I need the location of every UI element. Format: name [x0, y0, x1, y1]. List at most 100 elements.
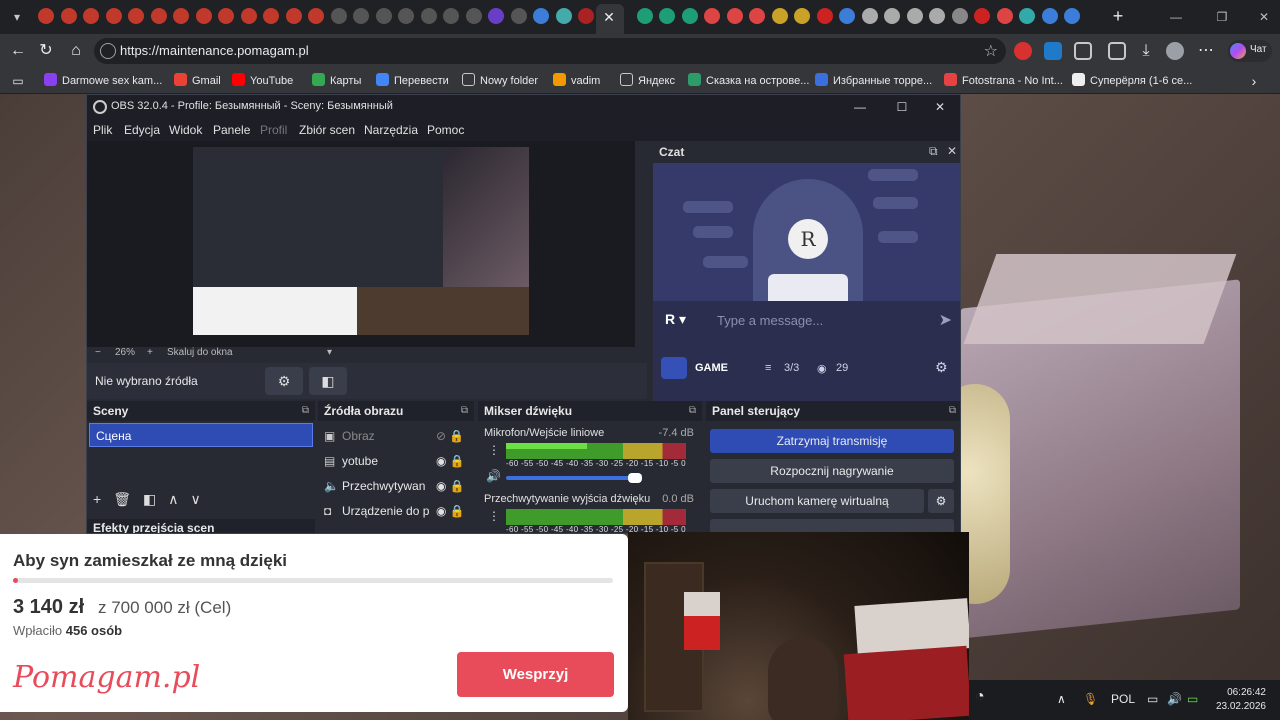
bookmark-item[interactable]: Избранные торре...: [815, 73, 932, 89]
close-tab-icon[interactable]: ✕: [600, 8, 618, 26]
profile-avatar[interactable]: [1166, 42, 1184, 60]
tab-favicon[interactable]: [150, 8, 167, 24]
tab-favicon[interactable]: [240, 8, 257, 24]
menu-panele[interactable]: Panele: [213, 123, 250, 137]
tab-search-chevron-icon[interactable]: ▾: [8, 8, 26, 26]
menu-dots-icon[interactable]: ⋯: [1196, 41, 1216, 61]
obs-minimize-button[interactable]: —: [851, 98, 869, 116]
tab-favicon[interactable]: [974, 8, 990, 24]
bookmark-item[interactable]: Суперёрля (1-6 се...: [1072, 73, 1192, 89]
tab-favicon[interactable]: [353, 8, 369, 24]
tab-favicon[interactable]: [578, 8, 594, 24]
tab-favicon[interactable]: [659, 8, 675, 24]
weather-icon[interactable]: ◔: [975, 688, 985, 706]
tab-favicon[interactable]: [681, 8, 698, 24]
tab-favicon[interactable]: [704, 8, 720, 24]
dock-popout-icon[interactable]: ⧉: [302, 405, 309, 416]
favorites-icon[interactable]: [1108, 42, 1126, 60]
network-icon[interactable]: ▭: [1147, 692, 1158, 706]
bookmark-item[interactable]: Gmail: [174, 73, 221, 89]
send-icon[interactable]: ➤: [939, 310, 952, 330]
site-info-icon[interactable]: [100, 43, 116, 59]
tab-favicon[interactable]: [1041, 8, 1058, 24]
zoom-mode-select[interactable]: Skaluj do okna: [167, 347, 233, 358]
tab-favicon[interactable]: [726, 8, 743, 24]
tab-favicon[interactable]: [996, 8, 1013, 24]
extensions-puzzle-icon[interactable]: [1074, 42, 1092, 60]
tray-chevron-icon[interactable]: ∧: [1057, 692, 1066, 706]
tab-favicon[interactable]: [794, 8, 810, 24]
obs-close-button[interactable]: ✕: [931, 98, 949, 116]
obs-maximize-button[interactable]: ☐: [893, 98, 911, 116]
chat-settings-gear-icon[interactable]: ⚙: [935, 359, 948, 376]
start-recording-button[interactable]: Rozpocznij nagrywanie: [710, 459, 954, 483]
menu-widok[interactable]: Widok: [169, 123, 202, 137]
visible-eye-icon[interactable]: ◉ 🔒: [436, 454, 465, 468]
mixer-menu-dots-icon[interactable]: ⋮: [488, 509, 500, 523]
menu-narzedzia[interactable]: Narzędzia: [364, 123, 418, 137]
tab-favicon[interactable]: [1019, 8, 1035, 24]
extension-shield-icon[interactable]: [1044, 42, 1062, 60]
dock-popout-icon[interactable]: ⧉: [461, 405, 468, 416]
tab-favicon[interactable]: [330, 8, 347, 24]
battery-icon[interactable]: ▭: [1187, 692, 1198, 706]
tab-favicon[interactable]: [951, 8, 968, 24]
tab-favicon[interactable]: [398, 8, 414, 24]
tab-favicon[interactable]: [83, 8, 99, 24]
mixer-menu-dots-icon[interactable]: ⋮: [488, 443, 500, 457]
preview-area[interactable]: [87, 141, 635, 347]
volume-slider-handle[interactable]: [628, 473, 642, 483]
tab-favicon[interactable]: [173, 8, 189, 24]
bookmarks-more-chevron-icon[interactable]: ›: [1244, 71, 1264, 91]
zoom-mode-chevron-icon[interactable]: ▾: [327, 347, 332, 358]
tab-favicon[interactable]: [420, 8, 437, 24]
extension-red-icon[interactable]: [1014, 42, 1032, 60]
tab-favicon[interactable]: [929, 8, 945, 24]
tab-favicon[interactable]: [1064, 8, 1080, 24]
add-scene-icon[interactable]: +: [93, 491, 101, 507]
bookmark-item[interactable]: Перевести: [376, 73, 449, 89]
stop-stream-button[interactable]: Zatrzymaj transmisję: [710, 429, 954, 453]
tab-favicon[interactable]: [636, 8, 653, 24]
virtual-camera-button[interactable]: Uruchom kamerę wirtualną: [710, 489, 924, 513]
dock-close-icon[interactable]: ✕: [947, 144, 957, 158]
minimize-window-button[interactable]: —: [1166, 8, 1186, 26]
bookmark-item[interactable]: Сказка на острове...: [688, 73, 809, 89]
back-button[interactable]: ←: [8, 41, 28, 61]
tab-favicon[interactable]: [128, 8, 144, 24]
tab-favicon[interactable]: [465, 8, 482, 24]
new-tab-button[interactable]: +: [1108, 6, 1128, 26]
volume-icon[interactable]: 🔊: [1167, 692, 1182, 706]
scene-filters-icon[interactable]: ◧: [143, 491, 156, 507]
bookmark-item[interactable]: YouTube: [232, 73, 293, 89]
chat-input[interactable]: Type a message...: [717, 313, 823, 328]
dock-popout-icon[interactable]: ⧉: [929, 144, 938, 159]
close-window-button[interactable]: ✕: [1254, 8, 1274, 26]
donate-button[interactable]: Wesprzyj: [457, 652, 614, 697]
tab-favicon[interactable]: [218, 8, 234, 24]
source-properties-gear-icon[interactable]: ⚙: [265, 367, 303, 395]
tab-favicon[interactable]: [375, 8, 392, 24]
home-button[interactable]: ⌂: [66, 41, 86, 61]
menu-plik[interactable]: Plik: [93, 123, 112, 137]
reload-button[interactable]: ↻: [36, 41, 56, 61]
menu-profil[interactable]: Profil: [260, 123, 287, 137]
restore-window-button[interactable]: ❐: [1212, 8, 1232, 26]
language-indicator[interactable]: POL: [1111, 692, 1135, 706]
volume-slider[interactable]: [506, 473, 642, 483]
tab-favicon[interactable]: [285, 8, 302, 24]
sidebar-toggle-icon[interactable]: ▭: [8, 71, 28, 91]
remove-scene-icon[interactable]: 🗑: [113, 491, 131, 507]
downloads-icon[interactable]: ⤓: [1136, 41, 1156, 61]
tab-favicon[interactable]: [533, 8, 549, 24]
microphone-icon[interactable]: 🎙: [1083, 692, 1098, 706]
menu-edycja[interactable]: Edycja: [124, 123, 160, 137]
tab-favicon[interactable]: [839, 8, 855, 24]
copilot-chat-button[interactable]: Чат: [1228, 40, 1272, 62]
tab-favicon[interactable]: [38, 8, 54, 24]
visible-eye-icon[interactable]: ◉ 🔒: [436, 504, 465, 518]
virtual-camera-settings-gear-icon[interactable]: ⚙: [928, 489, 954, 513]
tab-favicon[interactable]: [488, 8, 504, 24]
tab-favicon[interactable]: [816, 8, 833, 24]
bookmark-star-icon[interactable]: ☆: [984, 41, 998, 61]
